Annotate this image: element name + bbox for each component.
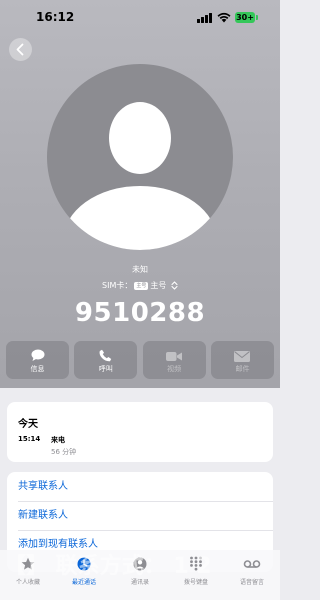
mail-button[interactable]: 邮件 [210, 341, 274, 379]
phone-icon [99, 349, 112, 362]
avatar-head [109, 102, 171, 174]
phone-number: 9510288 [74, 298, 206, 328]
tab-favorites-label: 个人收藏 [15, 579, 40, 586]
video-button[interactable]: 视频 [142, 341, 206, 379]
call-type: 来电 [51, 436, 65, 444]
sim-badge: 主号 [134, 281, 149, 290]
message-icon [31, 349, 44, 361]
voicemail-icon [243, 560, 261, 568]
tab-voicemail[interactable]: 语音留言 [224, 550, 280, 600]
contact-header: 16:12 30+ 未知 SIM卡： 主号 主号 9510288 信息 呼叫 视… [0, 0, 280, 388]
tab-bar: 个人收藏 最近通话 通讯录 拨号键盘 语音留言 [0, 550, 280, 600]
divider [18, 530, 273, 531]
sim-label: SIM卡： [102, 281, 133, 290]
clock-icon [77, 557, 91, 571]
keypad-icon [190, 556, 202, 571]
chevron-updown-icon [171, 281, 178, 290]
status-time: 16:12 [36, 10, 75, 24]
status-bar: 16:12 30+ [0, 0, 280, 36]
call-label: 呼叫 [98, 365, 113, 373]
message-button[interactable]: 信息 [6, 341, 69, 379]
chevron-left-icon [16, 43, 24, 56]
battery-tip [256, 15, 258, 20]
call-time: 15:14 [18, 435, 41, 443]
video-label: 视频 [167, 365, 182, 373]
avatar-body [63, 186, 217, 250]
recent-calls-card: 今天 15:14 来电 56 分钟 [7, 402, 273, 462]
tab-contacts-label: 通讯录 [130, 579, 149, 586]
divider [18, 501, 273, 502]
battery-icon: 30+ [235, 12, 255, 23]
call-duration: 56 分钟 [51, 448, 77, 456]
avatar [47, 64, 233, 250]
call-button[interactable]: 呼叫 [74, 341, 138, 379]
signal-icon [197, 13, 212, 23]
back-button[interactable] [9, 38, 32, 61]
share-contact-link[interactable]: 共享联系人 [18, 475, 273, 499]
tab-voicemail-label: 语音留言 [239, 579, 264, 586]
mail-icon [234, 351, 251, 362]
recents-date-heading: 今天 [18, 419, 38, 430]
tab-recents[interactable]: 最近通话 [56, 550, 112, 600]
create-contact-link[interactable]: 新建联系人 [18, 504, 273, 528]
message-label: 信息 [30, 365, 45, 373]
action-buttons: 信息 呼叫 视频 邮件 [6, 341, 274, 379]
contact-name: 未知 [132, 265, 148, 274]
sim-selector[interactable]: SIM卡： 主号 主号 [0, 280, 280, 291]
tab-favorites[interactable]: 个人收藏 [0, 550, 56, 600]
sim-line: 主号 [150, 281, 167, 290]
tab-keypad-label: 拨号键盘 [183, 579, 208, 586]
mail-label: 邮件 [235, 365, 250, 373]
tab-keypad[interactable]: 拨号键盘 [168, 550, 224, 600]
video-icon [166, 352, 183, 361]
star-icon [21, 557, 35, 570]
tab-recents-label: 最近通话 [71, 579, 96, 586]
contacts-icon [133, 557, 147, 571]
tab-contacts[interactable]: 通讯录 [112, 550, 168, 600]
wifi-icon [217, 12, 231, 23]
